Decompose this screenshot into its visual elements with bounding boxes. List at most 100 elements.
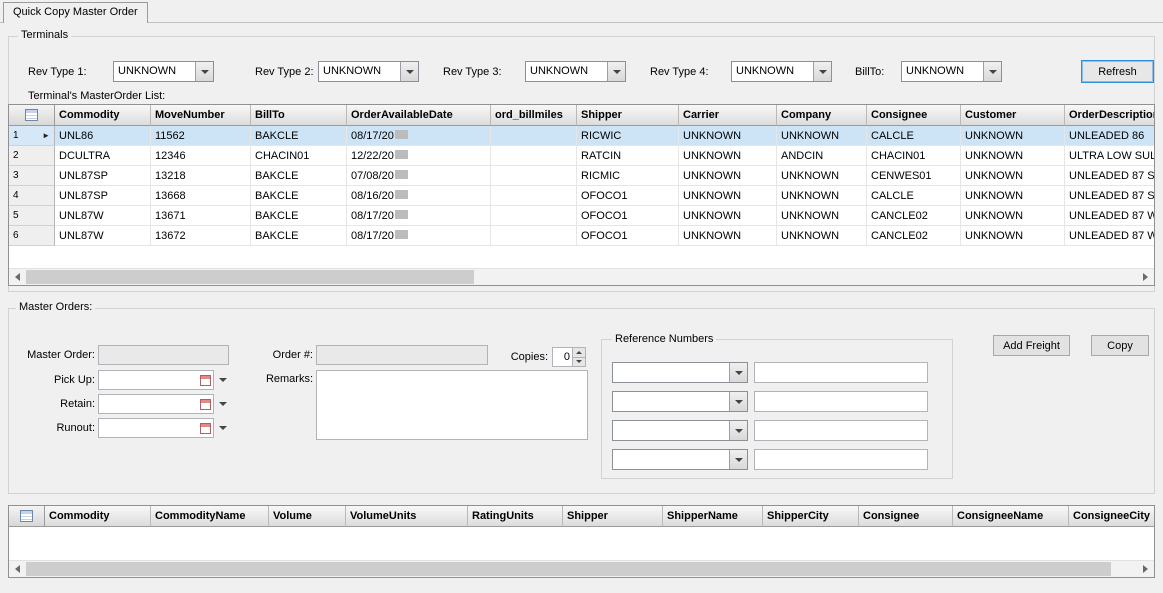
- cell-carrier[interactable]: UNKNOWN: [679, 146, 777, 166]
- cell-customer[interactable]: UNKNOWN: [961, 186, 1065, 206]
- cell-consignee[interactable]: CHACIN01: [867, 146, 961, 166]
- cell-shipper[interactable]: OFOCO1: [577, 206, 679, 226]
- cell-ord_billmiles[interactable]: [491, 186, 577, 206]
- row-selector[interactable]: 6: [9, 226, 55, 246]
- rev-type-3-select[interactable]: UNKNOWN: [525, 61, 626, 82]
- cell-company[interactable]: UNKNOWN: [777, 206, 867, 226]
- cell-commodity[interactable]: UNL87SP: [55, 186, 151, 206]
- column-header-ratingunits[interactable]: RatingUnits: [468, 506, 563, 527]
- cell-consignee[interactable]: CALCLE: [867, 126, 961, 146]
- billto-select[interactable]: UNKNOWN: [901, 61, 1002, 82]
- cell-billto[interactable]: BAKCLE: [251, 166, 347, 186]
- rev-type-1-select[interactable]: UNKNOWN: [113, 61, 214, 82]
- cell-orderdescription[interactable]: UNLEADED 87 WIN: [1065, 206, 1155, 226]
- cell-company[interactable]: UNKNOWN: [777, 166, 867, 186]
- cell-shipper[interactable]: OFOCO1: [577, 186, 679, 206]
- tab-quick-copy-master-order[interactable]: Quick Copy Master Order: [3, 2, 148, 23]
- cell-billto[interactable]: BAKCLE: [251, 126, 347, 146]
- reference-type-select-3[interactable]: [612, 420, 748, 441]
- reference-number-input-1[interactable]: [754, 362, 928, 383]
- copies-stepper[interactable]: 0: [552, 347, 586, 367]
- table-row[interactable]: 2DCULTRA12346CHACIN0112/22/20RATCINUNKNO…: [9, 146, 1154, 166]
- cell-shipper[interactable]: OFOCO1: [577, 226, 679, 246]
- calendar-button[interactable]: [197, 371, 213, 389]
- column-header-orderavailabledate[interactable]: OrderAvailableDate: [347, 105, 491, 126]
- cell-movenumber[interactable]: 13671: [151, 206, 251, 226]
- freight-grid-hscrollbar[interactable]: [9, 560, 1154, 577]
- pick-up-date-input[interactable]: [99, 374, 197, 386]
- column-header-shippername[interactable]: ShipperName: [663, 506, 763, 527]
- column-header-commodityname[interactable]: CommodityName: [151, 506, 269, 527]
- column-header-carrier[interactable]: Carrier: [679, 105, 777, 126]
- scroll-right-button[interactable]: [1137, 269, 1154, 285]
- cell-movenumber[interactable]: 13668: [151, 186, 251, 206]
- column-header-shipper[interactable]: Shipper: [577, 105, 679, 126]
- cell-company[interactable]: UNKNOWN: [777, 226, 867, 246]
- scrollbar-thumb[interactable]: [26, 270, 474, 284]
- column-header-ord_billmiles[interactable]: ord_billmiles: [491, 105, 577, 126]
- column-header-volume[interactable]: Volume: [269, 506, 346, 527]
- cell-orderavailabledate[interactable]: 08/17/20: [347, 126, 491, 146]
- cell-customer[interactable]: UNKNOWN: [961, 166, 1065, 186]
- column-header-consigneecity[interactable]: ConsigneeCity: [1069, 506, 1154, 527]
- chevron-down-icon[interactable]: [729, 392, 747, 411]
- reference-number-input-4[interactable]: [754, 449, 928, 470]
- column-chooser-button[interactable]: [9, 506, 45, 527]
- column-header-movenumber[interactable]: MoveNumber: [151, 105, 251, 126]
- retain-date-input[interactable]: [99, 398, 197, 410]
- cell-billto[interactable]: CHACIN01: [251, 146, 347, 166]
- cell-movenumber[interactable]: 11562: [151, 126, 251, 146]
- cell-consignee[interactable]: CENWES01: [867, 166, 961, 186]
- retain-date-field[interactable]: [98, 394, 214, 414]
- scroll-left-button[interactable]: [9, 561, 26, 577]
- cell-ord_billmiles[interactable]: [491, 126, 577, 146]
- cell-shipper[interactable]: RICWIC: [577, 126, 679, 146]
- scroll-right-button[interactable]: [1137, 561, 1154, 577]
- cell-ord_billmiles[interactable]: [491, 146, 577, 166]
- column-header-volumeunits[interactable]: VolumeUnits: [346, 506, 468, 527]
- column-header-commodity[interactable]: Commodity: [45, 506, 151, 527]
- cell-company[interactable]: ANDCIN: [777, 146, 867, 166]
- runout-date-field[interactable]: [98, 418, 214, 438]
- cell-movenumber[interactable]: 13672: [151, 226, 251, 246]
- table-row[interactable]: 5UNL87W13671BAKCLE08/17/20OFOCO1UNKNOWNU…: [9, 206, 1154, 226]
- chevron-down-icon[interactable]: [607, 62, 625, 81]
- row-selector[interactable]: 3: [9, 166, 55, 186]
- cell-carrier[interactable]: UNKNOWN: [679, 206, 777, 226]
- cell-commodity[interactable]: DCULTRA: [55, 146, 151, 166]
- cell-orderdescription[interactable]: UNLEADED 87 WIN: [1065, 226, 1155, 246]
- cell-carrier[interactable]: UNKNOWN: [679, 226, 777, 246]
- table-row[interactable]: 3UNL87SP13218BAKCLE07/08/20RICMICUNKNOWN…: [9, 166, 1154, 186]
- cell-customer[interactable]: UNKNOWN: [961, 206, 1065, 226]
- masterorder-grid-hscrollbar[interactable]: [9, 268, 1154, 285]
- retain-dropdown-button[interactable]: [215, 394, 230, 414]
- runout-dropdown-button[interactable]: [215, 418, 230, 438]
- cell-customer[interactable]: UNKNOWN: [961, 146, 1065, 166]
- cell-commodity[interactable]: UNL87SP: [55, 166, 151, 186]
- calendar-button[interactable]: [197, 419, 213, 437]
- chevron-down-icon[interactable]: [813, 62, 831, 81]
- cell-commodity[interactable]: UNL87W: [55, 206, 151, 226]
- runout-date-input[interactable]: [99, 422, 197, 434]
- add-freight-button[interactable]: Add Freight: [993, 335, 1070, 356]
- chevron-down-icon[interactable]: [195, 62, 213, 81]
- cell-commodity[interactable]: UNL87W: [55, 226, 151, 246]
- reference-number-input-3[interactable]: [754, 420, 928, 441]
- reference-type-select-2[interactable]: [612, 391, 748, 412]
- table-row[interactable]: 1►UNL8611562BAKCLE08/17/20RICWICUNKNOWNU…: [9, 126, 1154, 146]
- column-header-company[interactable]: Company: [777, 105, 867, 126]
- chevron-down-icon[interactable]: [729, 450, 747, 469]
- scroll-left-button[interactable]: [9, 269, 26, 285]
- spin-down-button[interactable]: [573, 358, 585, 367]
- cell-orderavailabledate[interactable]: 08/17/20: [347, 206, 491, 226]
- chevron-down-icon[interactable]: [983, 62, 1001, 81]
- chevron-down-icon[interactable]: [729, 363, 747, 382]
- cell-orderavailabledate[interactable]: 12/22/20: [347, 146, 491, 166]
- cell-customer[interactable]: UNKNOWN: [961, 126, 1065, 146]
- cell-shipper[interactable]: RICMIC: [577, 166, 679, 186]
- cell-ord_billmiles[interactable]: [491, 166, 577, 186]
- rev-type-2-select[interactable]: UNKNOWN: [318, 61, 419, 82]
- cell-consignee[interactable]: CANCLE02: [867, 226, 961, 246]
- column-header-orderdescription[interactable]: OrderDescription: [1065, 105, 1154, 126]
- cell-billto[interactable]: BAKCLE: [251, 186, 347, 206]
